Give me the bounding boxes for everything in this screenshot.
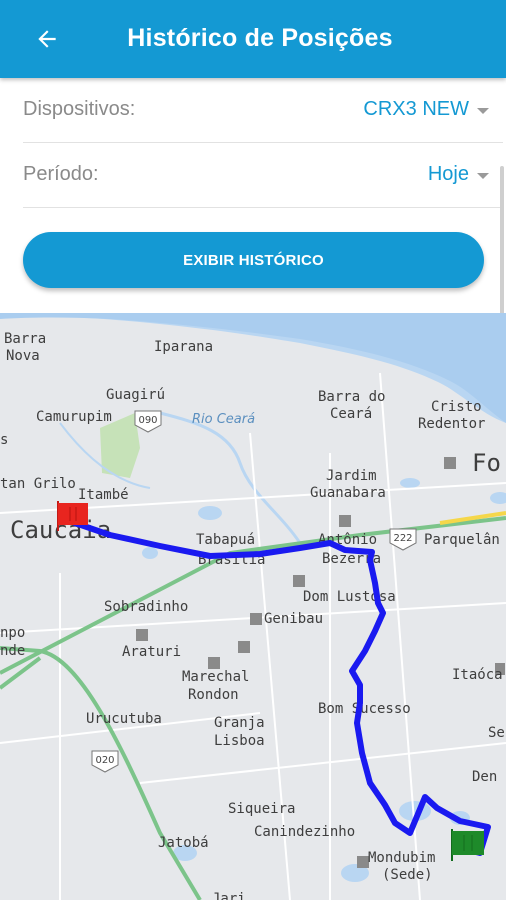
app-bar: Histórico de Posições: [0, 0, 506, 78]
map-label-canindezinho: Canindezinho: [254, 824, 355, 840]
map-label-camurupim: Camurupim: [36, 409, 112, 425]
map-label-jari: Jari: [212, 891, 246, 900]
map-label-barra-nova: Nova: [6, 348, 40, 364]
map-label-mondubim: (Sede): [382, 867, 433, 883]
show-history-button[interactable]: EXIBIR HISTÓRICO: [23, 232, 484, 288]
map-label-rio-ceara: Rio Ceará: [192, 412, 255, 427]
map-label-itaoca: Itaóca: [452, 667, 503, 683]
map-label-npo: npo: [0, 625, 25, 641]
period-label: Período:: [23, 163, 99, 185]
map-label-araturi: Araturi: [122, 644, 181, 660]
map-label-guagiru: Guagirú: [106, 387, 165, 403]
map-label-mondubim: Mondubim: [368, 850, 435, 866]
road-222-label: 222: [393, 533, 412, 544]
device-select[interactable]: CRX3 NEW: [363, 98, 489, 121]
chevron-down-icon: [477, 172, 489, 179]
map-label-dom-lustosa: Dom Lustosa: [303, 589, 396, 605]
map-label-jatoba: Jatobá: [158, 835, 209, 851]
map-label-barra-do-ceara: Ceará: [330, 406, 372, 422]
filter-form: Dispositivos: CRX3 NEW Período: Hoje EXI…: [0, 78, 506, 386]
map-label-marechal-rondon: Marechal: [182, 669, 249, 685]
road-090-label: 090: [138, 415, 157, 426]
chevron-down-icon: [477, 107, 489, 114]
device-value: CRX3 NEW: [363, 98, 469, 120]
map-label-npo: nde: [0, 643, 25, 659]
map-view[interactable]: 090 222 020 Barra Nova Iparana Guagirú C…: [0, 313, 506, 900]
map-label-granja-lisboa: Lisboa: [214, 733, 265, 749]
period-value: Hoje: [427, 163, 469, 185]
map-label-sobradinho: Sobradinho: [104, 599, 188, 615]
map-label-parquelandia: Parquelân: [424, 532, 500, 548]
page-title: Histórico de Posições: [127, 24, 393, 52]
road-020-label: 020: [95, 755, 114, 766]
map-label-tan-grilo: tan Grilo: [0, 476, 76, 492]
map-label-cristo-redentor: Redentor: [418, 416, 485, 432]
map-label-tabapua: Tabapuá: [196, 532, 255, 548]
device-row: Dispositivos: CRX3 NEW: [23, 78, 503, 143]
map-label-cristo-redentor: Cristo: [431, 399, 482, 415]
period-row: Período: Hoje: [23, 143, 503, 208]
device-label: Dispositivos:: [23, 98, 136, 120]
map-label-bom-sucesso: Bom Sucesso: [318, 701, 411, 717]
map-label-barra-do-ceara: Barra do: [318, 389, 385, 405]
map-label-urucutuba: Urucutuba: [86, 711, 162, 727]
map-label-itambe: Itambé: [78, 487, 129, 503]
map-label-den: Den: [472, 769, 497, 785]
map-label-iparana: Iparana: [154, 339, 213, 355]
map-label-granja-lisboa: Granja: [214, 715, 265, 731]
period-select[interactable]: Hoje: [428, 163, 489, 186]
map-label-jardim-guanabara: Guanabara: [310, 485, 386, 501]
map-label-fortaleza: Fo: [472, 449, 501, 477]
map-label-se: Se: [488, 725, 505, 741]
map-label-jardim-guanabara: Jardim: [326, 468, 377, 484]
map-label-barra-nova: Barra: [4, 331, 46, 347]
map-label-s: s: [0, 432, 8, 448]
map-label-genibau: Genibau: [264, 611, 323, 627]
map-label-siqueira: Siqueira: [228, 801, 295, 817]
map-label-marechal-rondon: Rondon: [188, 687, 239, 703]
